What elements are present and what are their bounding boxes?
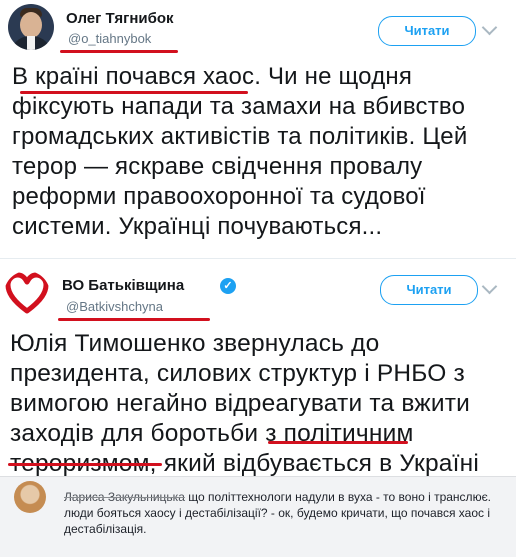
author-handle[interactable]: @Batkivshchyna	[66, 299, 163, 314]
avatar[interactable]	[8, 4, 54, 50]
author-handle[interactable]: @o_tiahnybok	[68, 31, 151, 46]
avatar-face	[20, 12, 42, 38]
heart-logo-icon[interactable]	[4, 271, 50, 317]
handle-underline	[58, 318, 210, 321]
chevron-down-icon[interactable]	[481, 19, 498, 36]
verified-icon: ✓	[220, 278, 236, 294]
follow-button[interactable]: Читати	[380, 275, 478, 305]
text-underline	[20, 91, 248, 94]
follow-button[interactable]: Читати	[378, 16, 476, 46]
comment: Лариса Закульницька що політтехнологи на…	[0, 476, 516, 557]
author-name[interactable]: ВО Батьківщина	[62, 277, 184, 294]
text-underline	[268, 441, 408, 444]
author-name[interactable]: Олег Тягнибок	[66, 10, 174, 27]
handle-underline	[60, 50, 178, 53]
tweet-text: Юлія Тимошенко звернулась до президента,…	[10, 330, 479, 477]
chevron-down-icon[interactable]	[481, 278, 498, 295]
tweet-text: В країні почався хаос. Чи не щодня фіксу…	[12, 63, 468, 240]
tweet-tiahnybok: Олег Тягнибок @o_tiahnybok Читати В краї…	[0, 0, 516, 258]
comment-body: Лариса Закульницька що політтехнологи на…	[64, 489, 504, 537]
avatar[interactable]	[14, 481, 46, 513]
avatar-shirt	[27, 36, 35, 50]
comment-author[interactable]: Лариса Закульницька	[64, 490, 185, 504]
text-underline	[8, 463, 162, 466]
tweet-batkivshchyna: ВО Батьківщина ✓ @Batkivshchyna Читати Ю…	[0, 258, 516, 477]
